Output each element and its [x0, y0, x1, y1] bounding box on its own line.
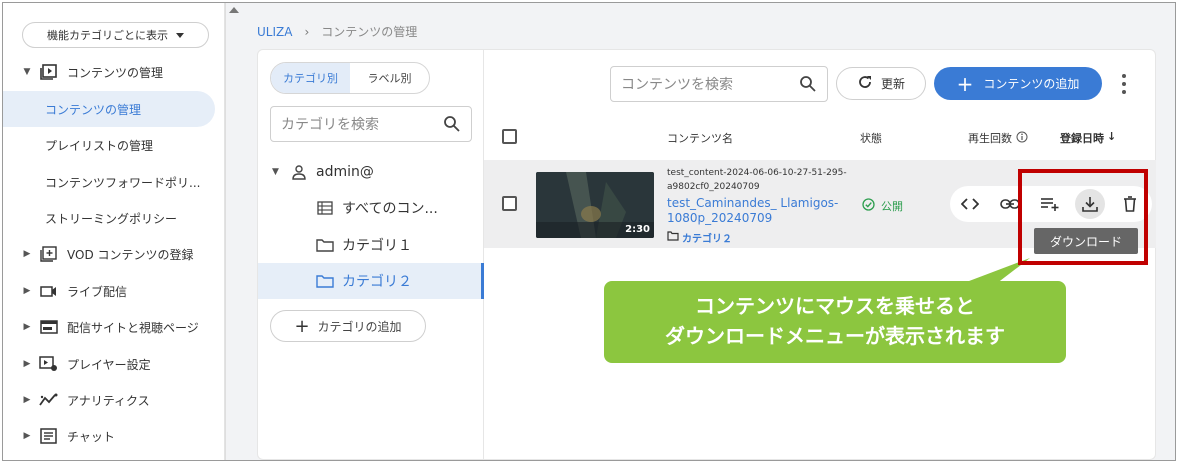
callout-line-1: コンテンツにマウスを乗せると — [695, 294, 975, 318]
callout-line-2: ダウンロードメニューが表示されます — [665, 324, 1005, 348]
annotation-callout: コンテンツにマウスを乗せると ダウンロードメニューが表示されます — [604, 281, 1066, 363]
callout-pointer — [940, 258, 1030, 300]
download-tooltip: ダウンロード — [1034, 228, 1138, 254]
